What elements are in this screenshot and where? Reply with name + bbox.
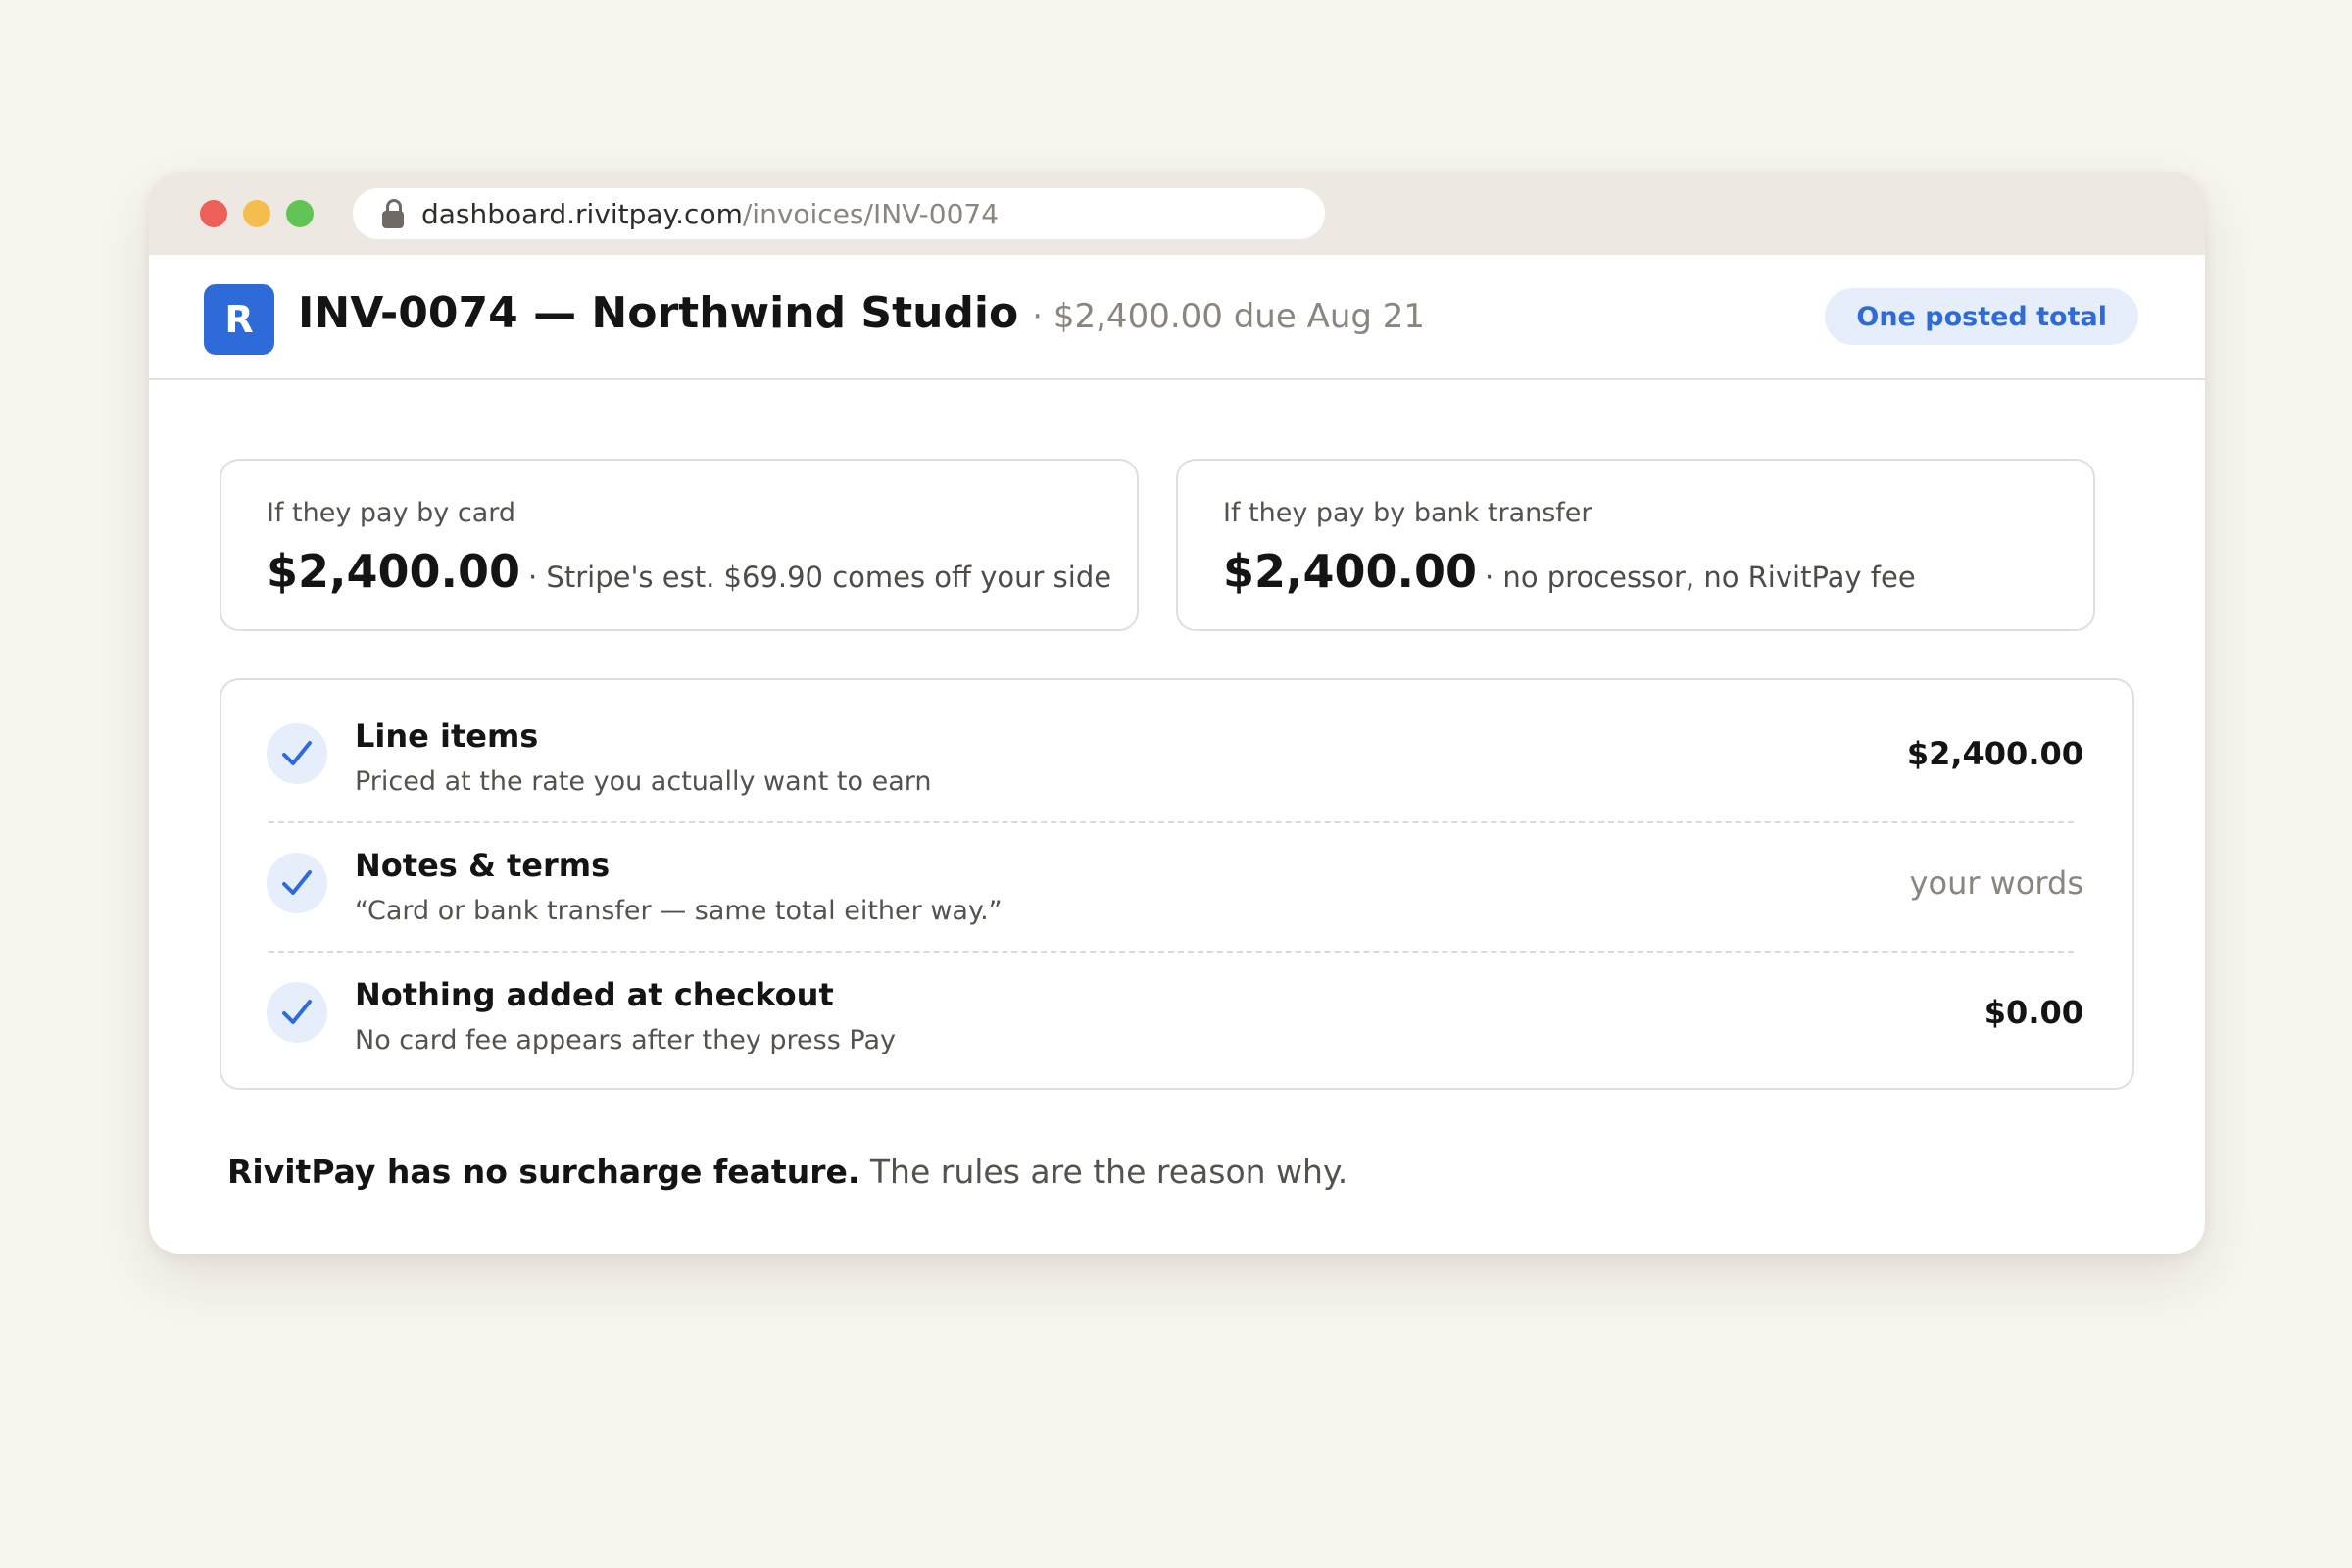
app-logo: R [204,284,274,355]
list-item-title: Nothing added at checkout [355,976,834,1013]
status-badge: One posted total [1825,288,2138,345]
list-item-value: $2,400.00 [1906,735,2083,772]
browser-window: dashboard.rivitpay.com/invoices/INV-0074… [149,172,2205,1254]
list-item-title: Line items [355,717,539,755]
list-item-value: your words [1909,864,2083,902]
window-maximize-button[interactable] [286,200,314,227]
bank-transfer-amount: $2,400.00 [1223,545,1477,598]
list-item-description: No card fee appears after they press Pay [355,1025,896,1055]
window-minimize-button[interactable] [243,200,270,227]
card-payment-note: · Stripe's est. $69.90 comes off your si… [528,561,1112,594]
list-item-description: “Card or bank transfer — same total eith… [355,896,1003,926]
browser-titlebar: dashboard.rivitpay.com/invoices/INV-0074 [149,172,2205,255]
list-item-description: Priced at the rate you actually want to … [355,766,932,797]
bank-transfer-amount-line: $2,400.00 · no processor, no RivitPay fe… [1223,545,1916,598]
checkmark-icon [267,853,327,913]
window-close-button[interactable] [200,200,227,227]
list-item-title: Notes & terms [355,847,611,884]
list-item-value: $0.00 [1984,994,2083,1031]
bank-transfer-label: If they pay by bank transfer [1223,498,1592,528]
invoice-due-summary: · $2,400.00 due Aug 21 [1032,297,1426,336]
list-item: Notes & terms “Card or bank transfer — s… [221,809,2132,939]
card-payment-summary: If they pay by card $2,400.00 · Stripe's… [220,459,1139,631]
list-item: Line items Priced at the rate you actual… [221,680,2132,809]
page-title: INV-0074 — Northwind Studio [298,288,1019,338]
checkmark-icon [267,723,327,784]
card-payment-amount-line: $2,400.00 · Stripe's est. $69.90 comes o… [267,545,1111,598]
lock-icon [382,199,404,228]
footer-note-bold: RivitPay has no surcharge feature. [227,1152,860,1191]
invoice-header: R INV-0074 — Northwind Studio · $2,400.0… [149,255,2205,380]
invoice-checklist: Line items Priced at the rate you actual… [220,678,2134,1090]
invoice-title-row: INV-0074 — Northwind Studio · $2,400.00 … [298,288,1425,351]
url-path: /invoices/INV-0074 [742,197,1000,230]
checkmark-icon [267,982,327,1043]
list-item: Nothing added at checkout No card fee ap… [221,939,2132,1068]
url-domain: dashboard.rivitpay.com [421,197,743,230]
footer-note-text: The rules are the reason why. [859,1152,1348,1191]
card-payment-amount: $2,400.00 [267,545,520,598]
footer-note: RivitPay has no surcharge feature. The r… [227,1152,1348,1191]
card-payment-label: If they pay by card [267,498,516,528]
bank-transfer-summary: If they pay by bank transfer $2,400.00 ·… [1176,459,2095,631]
address-bar[interactable]: dashboard.rivitpay.com/invoices/INV-0074 [353,188,1325,239]
bank-transfer-note: · no processor, no RivitPay fee [1485,561,1916,594]
